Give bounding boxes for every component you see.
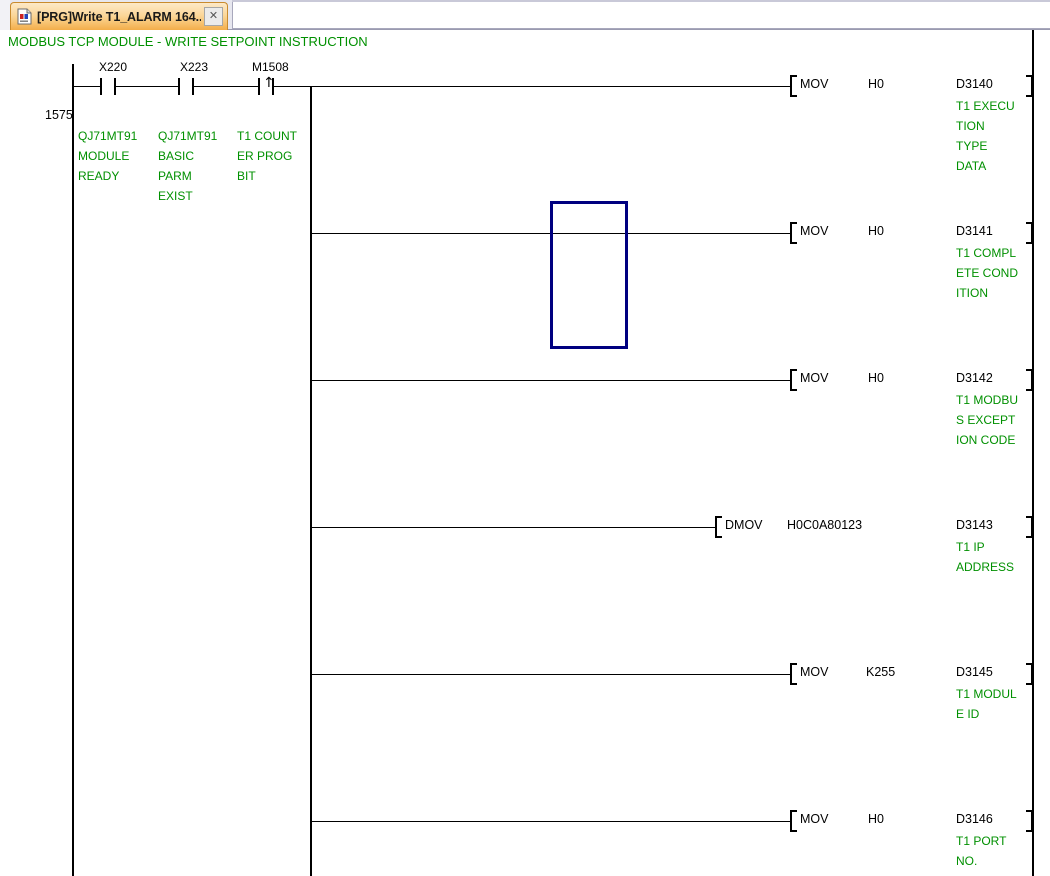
comment-line: ADDRESS [956,560,1015,574]
wire-branch-row6 [311,821,790,822]
comment-line: T1 MODUL [956,687,1017,701]
instruction-opcode: MOV [800,665,829,679]
comment-line: S EXCEPT [956,413,1016,427]
comment-line: ITION [956,286,988,300]
right-power-rail [1032,30,1034,876]
instruction-source: H0 [868,812,884,826]
wire-x223-to-m1508 [194,86,258,87]
comment-line: T1 MODBU [956,393,1019,407]
comment-line: ER PROG [237,149,293,163]
comment-line: T1 PORT [956,834,1007,848]
comment-line: T1 EXECU [956,99,1015,113]
comment-line: BASIC [158,149,195,163]
tab-title: [PRG]Write T1_ALARM 164... [37,9,201,24]
instruction-bracket-right [1026,810,1033,832]
close-icon[interactable]: ✕ [204,7,223,26]
tab-bar-left-filler [0,0,10,30]
comment-line: BIT [237,169,256,183]
ladder-diagram-canvas[interactable]: MODBUS TCP MODULE - WRITE SETPOINT INSTR… [0,30,1050,876]
comment-line: T1 COMPL [956,246,1017,260]
wire-branch-row4 [311,527,715,528]
instruction-opcode: MOV [800,77,829,91]
contact-label-x223: X223 [180,60,209,74]
instruction-opcode: DMOV [725,518,763,532]
rung-comment: MODBUS TCP MODULE - WRITE SETPOINT INSTR… [8,34,368,49]
instruction-comment-d3141: T1 COMPL ETE COND ITION [956,243,1018,303]
comment-line: E ID [956,707,980,721]
instruction-bracket-left [715,516,722,538]
instruction-bracket-right [1026,663,1033,685]
instruction-opcode: MOV [800,812,829,826]
instruction-bracket-left [790,75,797,97]
instruction-comment-d3142: T1 MODBU S EXCEPT ION CODE [956,390,1018,450]
comment-line: ETE COND [956,266,1019,280]
instruction-source: H0 [868,371,884,385]
comment-line: EXIST [158,189,193,203]
instruction-comment-d3145: T1 MODUL E ID [956,684,1017,724]
wire-branch-row2 [311,233,790,234]
instruction-comment-d3143: T1 IP ADDRESS [956,537,1014,577]
left-power-rail [72,64,74,876]
instruction-bracket-left [790,222,797,244]
contact-bar-left [258,78,260,95]
tab-bar-empty-area [232,2,1050,29]
instruction-opcode: MOV [800,371,829,385]
contact-bar-left [178,78,180,95]
comment-line: QJ71MT91 [158,129,218,143]
instruction-comment-d3146: T1 PORT NO. [956,831,1006,871]
comment-line: MODULE [78,149,130,163]
instruction-destination: D3141 [956,224,993,238]
instruction-source: K255 [866,665,896,679]
comment-line: NO. [956,854,978,868]
device-comment-m1508: T1 COUNT ER PROG BIT [237,126,297,186]
vertical-branch-line [310,86,312,876]
rising-edge-arrow-icon: ↑ [263,75,275,91]
selection-cursor [550,201,628,349]
comment-line: DATA [956,159,987,173]
step-number: 1575 [45,108,73,122]
comment-line: TION [956,119,985,133]
editor-tab-bar: [PRG]Write T1_ALARM 164... ✕ [0,0,1050,30]
comment-line: T1 IP [956,540,985,554]
instruction-destination: D3140 [956,77,993,91]
instruction-bracket-left [790,369,797,391]
wire-rail-to-x220 [72,86,100,87]
comment-line: TYPE [956,139,988,153]
wire-x220-to-x223 [116,86,178,87]
tab-write-t1-alarm[interactable]: [PRG]Write T1_ALARM 164... ✕ [10,2,228,30]
instruction-destination: D3142 [956,371,993,385]
comment-line: QJ71MT91 [78,129,138,143]
instruction-comment-d3140: T1 EXECU TION TYPE DATA [956,96,1015,176]
contact-bar-left [100,78,102,95]
instruction-destination: D3143 [956,518,993,532]
instruction-source: H0C0A80123 [787,518,863,532]
contact-label-m1508: M1508 [252,60,289,74]
instruction-bracket-right [1026,369,1033,391]
instruction-bracket-right [1026,75,1033,97]
device-comment-x220: QJ71MT91 MODULE READY [78,126,137,186]
instruction-destination: D3145 [956,665,993,679]
instruction-destination: D3146 [956,812,993,826]
instruction-opcode: MOV [800,224,829,238]
instruction-bracket-right [1026,516,1033,538]
instruction-source: H0 [868,224,884,238]
device-comment-x223: QJ71MT91 BASIC PARM EXIST [158,126,217,206]
comment-line: T1 COUNT [237,129,297,143]
instruction-bracket-left [790,810,797,832]
comment-line: READY [78,169,120,183]
comment-line: PARM [158,169,192,183]
wire-branch-row5 [311,674,790,675]
comment-line: ION CODE [956,433,1016,447]
instruction-source: H0 [868,77,884,91]
wire-m1508-to-mov1 [274,86,790,87]
contact-label-x220: X220 [99,60,128,74]
instruction-bracket-left [790,663,797,685]
wire-branch-row3 [311,380,790,381]
instruction-bracket-right [1026,222,1033,244]
ladder-program-icon [17,8,32,25]
